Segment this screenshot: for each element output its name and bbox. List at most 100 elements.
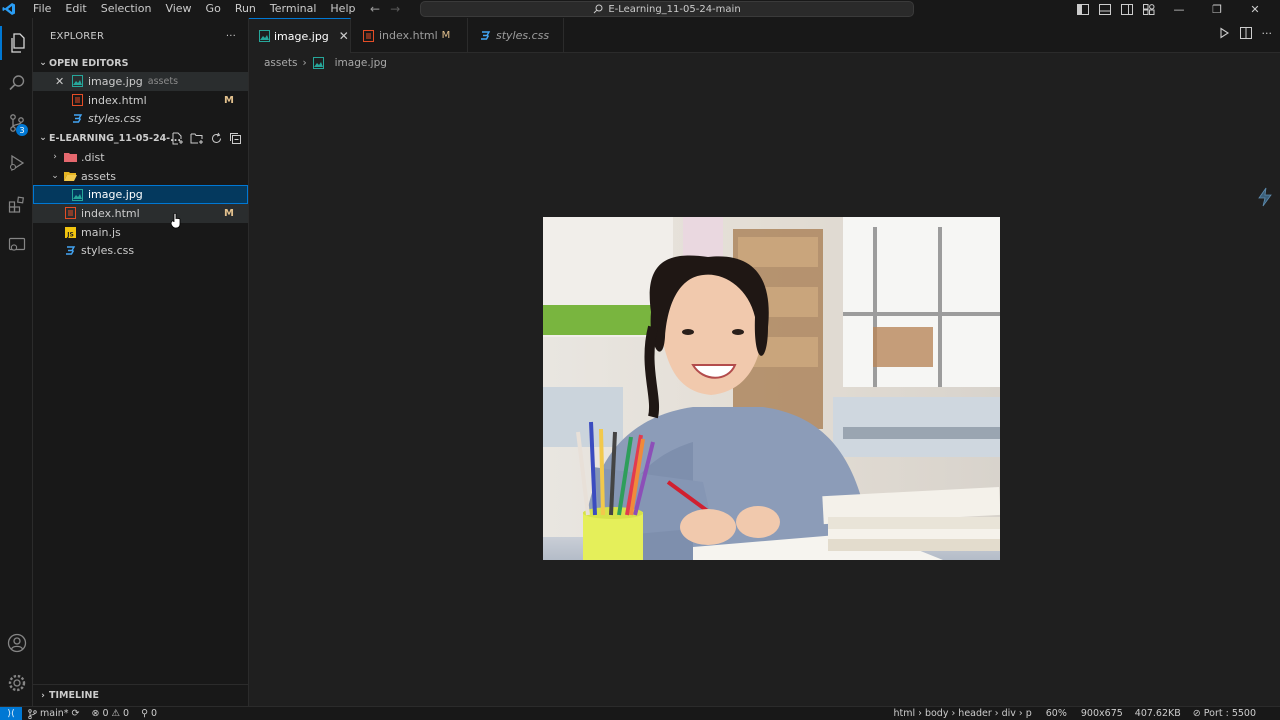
ports-indicator[interactable]: ⚲ 0	[135, 708, 163, 719]
vscode-logo-icon	[0, 0, 18, 18]
menu-edit[interactable]: Edit	[58, 0, 93, 18]
image-size: 407.62KB	[1134, 708, 1181, 719]
branch-name: main*	[40, 708, 69, 719]
tree-file-image[interactable]: image.jpg	[33, 185, 248, 205]
open-editor-name: styles.css	[88, 112, 142, 126]
open-editor-item[interactable]: styles.css	[33, 109, 248, 128]
open-editor-name: index.html	[88, 93, 147, 107]
account-icon[interactable]	[0, 626, 33, 660]
run-icon[interactable]	[1218, 27, 1230, 39]
timeline-section[interactable]: › TIMELINE	[33, 684, 249, 706]
workspace-section[interactable]: ⌄ E-LEARNING_11-05-24-...	[33, 128, 248, 148]
editor-tabs: image.jpg ✕ index.html M styles.css ···	[249, 18, 1280, 53]
remote-explorer-icon[interactable]	[0, 228, 33, 262]
minimize-button[interactable]: —	[1160, 0, 1198, 18]
command-center-label: E-Learning_11-05-24-main	[608, 3, 741, 15]
toggle-secondary-sidebar-icon[interactable]	[1116, 0, 1138, 18]
source-control-icon[interactable]: 3	[0, 106, 33, 140]
toggle-panel-icon[interactable]	[1094, 0, 1116, 18]
tree-item-label: image.jpg	[88, 188, 143, 202]
image-file-icon	[312, 56, 326, 70]
command-center[interactable]: E-Learning_11-05-24-main	[420, 1, 914, 17]
menu-help[interactable]: Help	[323, 0, 362, 18]
title-bar-controls: — ❐ ✕	[1072, 0, 1274, 18]
open-editor-name: image.jpg	[88, 74, 143, 88]
menu-terminal[interactable]: Terminal	[263, 0, 324, 18]
new-folder-icon[interactable]	[190, 132, 204, 145]
breadcrumb-folder[interactable]: assets	[264, 57, 297, 69]
tree-file-styles[interactable]: styles.css	[33, 242, 248, 261]
tab-index-html[interactable]: index.html M	[351, 18, 468, 53]
close-window-button[interactable]: ✕	[1236, 0, 1274, 18]
problems-indicator[interactable]: ⊗ 0 ⚠ 0	[85, 708, 135, 719]
breadcrumb-file[interactable]: image.jpg	[335, 57, 387, 69]
chevron-down-icon: ⌄	[39, 58, 47, 68]
menu-go[interactable]: Go	[199, 0, 228, 18]
open-editor-desc: assets	[147, 75, 179, 87]
tree-item-label: .dist	[81, 150, 105, 164]
split-editor-icon[interactable]	[1239, 27, 1252, 39]
tab-label: styles.css	[496, 29, 550, 42]
timeline-label: TIMELINE	[49, 690, 99, 701]
css-file-icon	[478, 29, 492, 43]
css-file-icon	[70, 112, 84, 126]
zoom-level[interactable]: 60%	[1038, 708, 1075, 719]
search-icon[interactable]	[0, 66, 33, 100]
explorer-sidebar: EXPLORER ··· ⌄ OPEN EDITORS ✕ image.jpg …	[33, 18, 249, 706]
menu-run[interactable]: Run	[228, 0, 263, 18]
folder-icon	[63, 150, 77, 164]
new-file-icon[interactable]	[171, 132, 184, 145]
warning-count: 0	[123, 708, 130, 719]
maximize-button[interactable]: ❐	[1198, 0, 1236, 18]
warning-icon: ⚠	[111, 708, 121, 719]
js-file-icon: JS	[63, 225, 77, 239]
explorer-icon[interactable]	[0, 26, 33, 60]
modified-badge: M	[224, 207, 234, 219]
run-debug-icon[interactable]	[0, 146, 33, 180]
back-arrow-icon[interactable]: ←	[370, 2, 380, 16]
refresh-icon[interactable]	[210, 132, 223, 145]
element-path[interactable]: html › body › header › div › p	[887, 708, 1037, 719]
more-actions-icon[interactable]: ···	[1262, 27, 1273, 40]
collapse-all-icon[interactable]	[229, 132, 242, 145]
status-right: html › body › header › div › p 60% 900x6…	[887, 708, 1262, 719]
html-file-icon	[361, 29, 375, 43]
menu-view[interactable]: View	[158, 0, 198, 18]
menu-selection[interactable]: Selection	[94, 0, 159, 18]
open-editor-item[interactable]: index.html M	[33, 91, 248, 110]
forward-arrow-icon[interactable]: →	[390, 2, 400, 16]
no-entry-icon: ⊘	[1192, 708, 1201, 719]
more-actions-icon[interactable]: ···	[226, 31, 236, 42]
toggle-primary-sidebar-icon[interactable]	[1072, 0, 1094, 18]
remote-indicator-icon[interactable]: ⟩⟨	[0, 706, 22, 720]
live-server-port[interactable]: ⊘ Port : 5500	[1187, 708, 1262, 719]
svg-text:JS: JS	[66, 231, 74, 238]
tree-folder-dist[interactable]: › .dist	[33, 148, 248, 167]
open-editor-item[interactable]: ✕ image.jpg assets	[33, 72, 248, 91]
git-branch[interactable]: main* ⟳	[22, 708, 85, 719]
open-editors-section[interactable]: ⌄ OPEN EDITORS	[33, 54, 248, 72]
tree-item-label: assets	[81, 169, 117, 183]
menu-file[interactable]: File	[26, 0, 58, 18]
radio-tower-icon: ⚲	[141, 708, 149, 719]
workspace-actions	[171, 132, 242, 145]
manage-gear-icon[interactable]	[0, 666, 33, 700]
live-share-icon[interactable]	[1254, 184, 1276, 210]
chevron-right-icon: ›	[302, 57, 307, 69]
close-icon[interactable]: ✕	[55, 75, 65, 88]
tree-file-main-js[interactable]: JS main.js	[33, 223, 248, 242]
extensions-icon[interactable]	[0, 188, 33, 222]
search-icon	[593, 4, 603, 14]
close-tab-icon[interactable]: ✕	[339, 29, 349, 43]
chevron-right-icon: ›	[53, 152, 57, 163]
tree-folder-assets[interactable]: ⌄ assets	[33, 167, 248, 186]
customize-layout-icon[interactable]	[1138, 0, 1160, 18]
sync-icon[interactable]: ⟳	[72, 708, 80, 719]
student-photo	[543, 217, 1000, 560]
tab-image-jpg[interactable]: image.jpg ✕	[249, 18, 351, 53]
modified-badge: M	[224, 94, 234, 106]
status-bar: ⟩⟨ main* ⟳ ⊗ 0 ⚠ 0 ⚲ 0 html › body › hea…	[0, 706, 1280, 720]
tab-styles-css[interactable]: styles.css	[468, 18, 564, 53]
tree-file-index[interactable]: index.html M	[33, 204, 248, 223]
menu-bar: File Edit Selection View Go Run Terminal…	[26, 0, 362, 18]
